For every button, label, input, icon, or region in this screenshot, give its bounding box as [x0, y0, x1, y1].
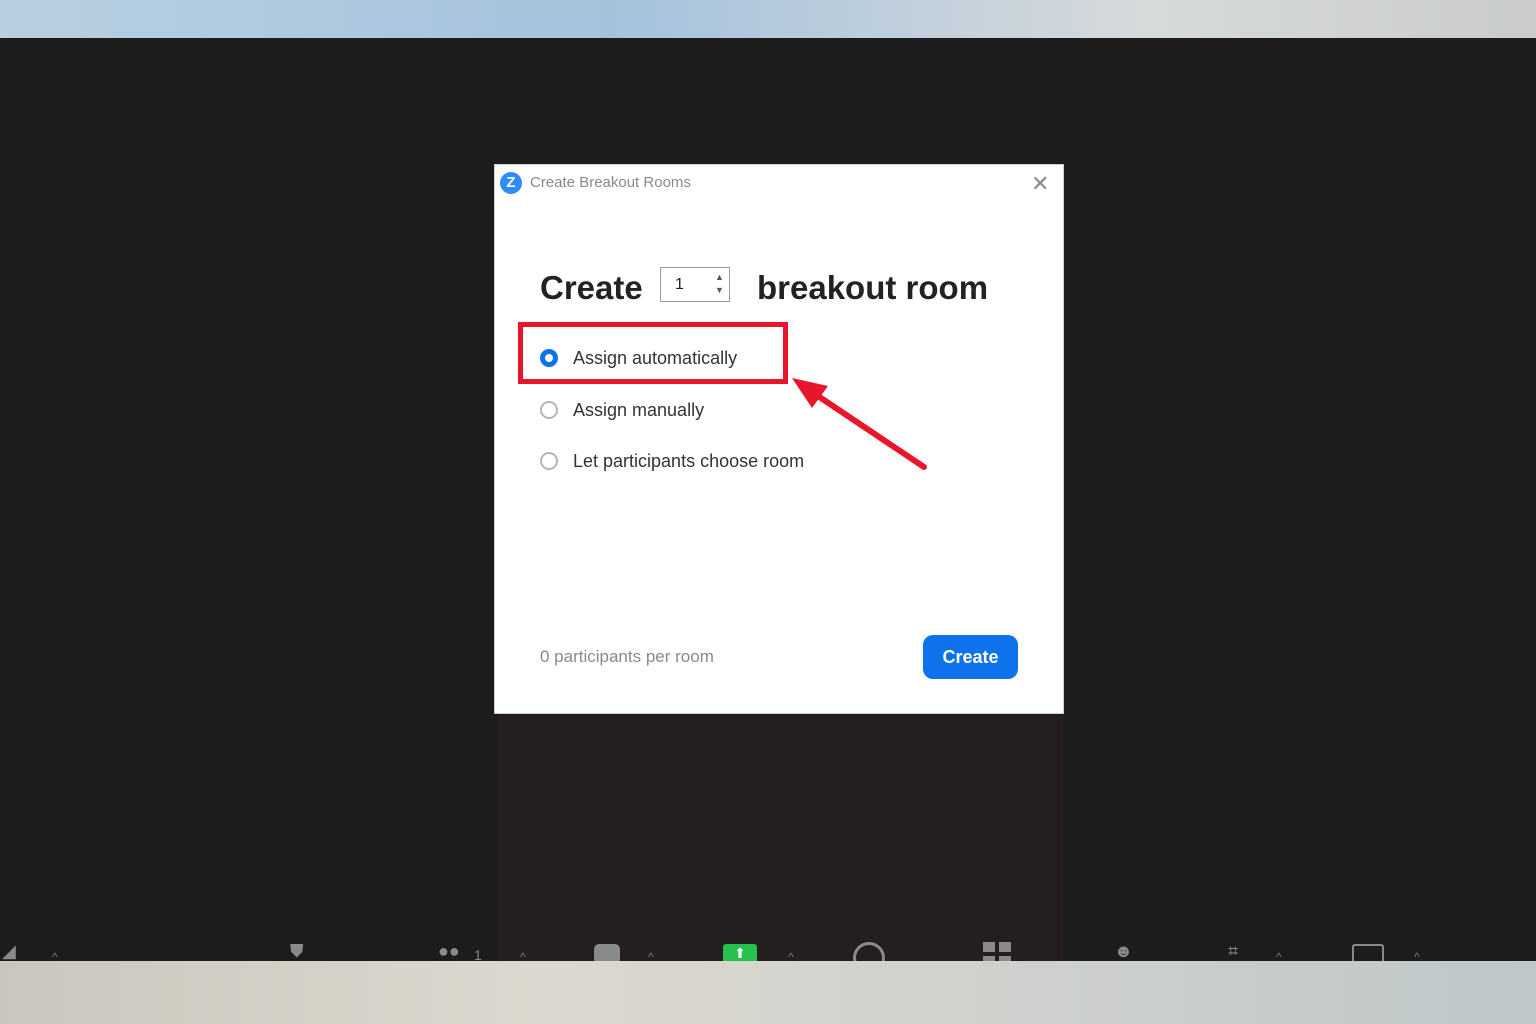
- create-breakout-rooms-dialog: Z Create Breakout Rooms ✕ Create 1 ▲ ▼ b…: [495, 165, 1063, 713]
- option-label: Assign manually: [573, 400, 705, 420]
- radio-let-participants-choose[interactable]: [540, 452, 558, 470]
- apps-icon[interactable]: ⌗: [1228, 942, 1238, 960]
- close-icon[interactable]: ✕: [1031, 171, 1049, 197]
- option-label: Let participants choose room: [573, 451, 805, 471]
- dialog-title: Create Breakout Rooms: [530, 174, 691, 191]
- room-count-value[interactable]: 1: [675, 276, 684, 294]
- video-area: [498, 714, 1063, 964]
- room-count-stepper[interactable]: 1 ▲ ▼: [660, 267, 730, 302]
- participants-icon[interactable]: ●●: [438, 942, 460, 960]
- heading-suffix: breakout room: [757, 269, 989, 306]
- desktop-background-bottom: [0, 961, 1536, 1024]
- create-button[interactable]: Create: [923, 635, 1018, 679]
- stepper-up-icon[interactable]: ▲: [715, 273, 724, 282]
- heading-prefix: Create: [540, 269, 643, 306]
- annotation-highlight-box: [518, 322, 788, 384]
- desktop-background-top: [0, 0, 1536, 38]
- participants-per-room-text: 0 participants per room: [540, 647, 714, 666]
- radio-assign-manually[interactable]: [540, 401, 558, 419]
- security-shield-icon[interactable]: ⛊: [290, 942, 304, 960]
- zoom-app-icon: Z: [500, 172, 522, 194]
- dialog-titlebar: Z Create Breakout Rooms ✕: [495, 165, 1063, 201]
- mute-audio-icon[interactable]: ◢: [2, 942, 16, 960]
- stepper-down-icon[interactable]: ▼: [715, 286, 724, 295]
- reactions-icon[interactable]: ☻: [1114, 942, 1133, 960]
- meeting-toolbar: ◢ ^ ⛊ ●● 1 ^ ^ ⬆ ^ ☻ ⌗ ^ ^: [0, 936, 1536, 974]
